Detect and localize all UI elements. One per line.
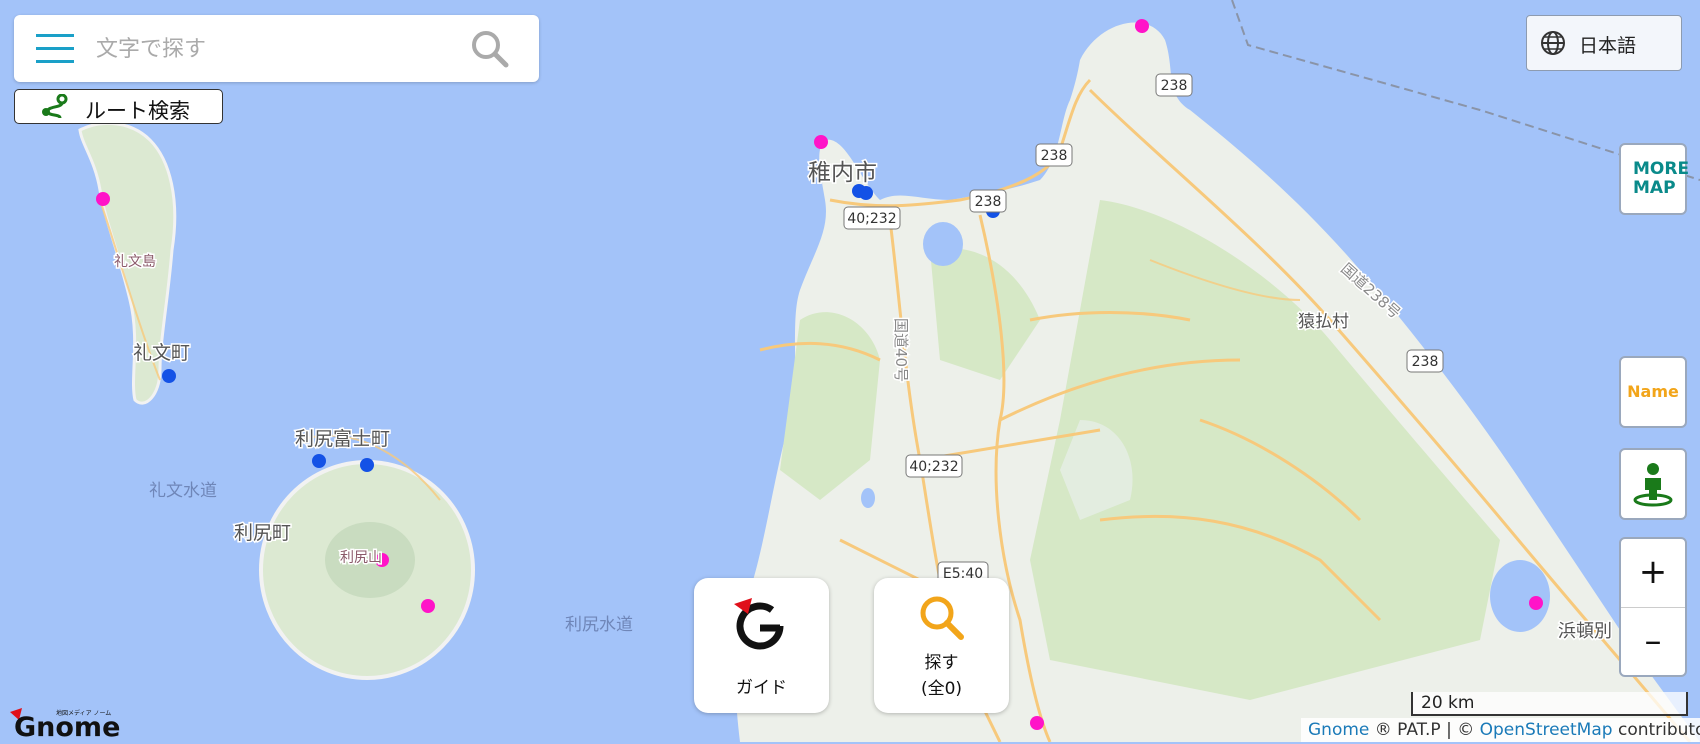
route-search-label: ルート検索 <box>85 99 190 123</box>
label-national-40: 国道40号 <box>892 318 910 382</box>
guide-card[interactable]: ガイド <box>694 578 829 713</box>
search-card-count: (全0) <box>920 679 963 699</box>
search-input[interactable] <box>94 29 458 69</box>
person-pin-icon <box>1633 463 1673 507</box>
shield-238-d: 238 <box>1412 354 1439 370</box>
label-hamatonbetsu: 浜頓別 <box>1558 621 1612 642</box>
label-sarufutsu: 猿払村 <box>1298 312 1349 332</box>
route-search-button[interactable]: ルート検索 <box>14 89 223 124</box>
shield-40-232-b: 40;232 <box>909 459 958 475</box>
shield-238-b: 238 <box>1041 148 1068 164</box>
guide-logo-icon <box>734 598 784 650</box>
scale-label: 20 km <box>1421 693 1475 713</box>
search-card[interactable]: 探す (全0) <box>874 578 1009 713</box>
zoom-out-button[interactable]: – <box>1621 608 1685 676</box>
location-button[interactable] <box>1619 448 1687 520</box>
label-rebun-channel: 礼文水道 <box>149 481 217 501</box>
more-map-button[interactable]: MORE MAP <box>1619 143 1690 215</box>
attribution: Gnome ® PAT.P | © OpenStreetMap contribu… <box>1301 718 1700 742</box>
label-rebun-town: 礼文町 <box>133 342 190 364</box>
svg-text:地図メディア ノーム: 地図メディア ノーム <box>56 709 111 717</box>
map-canvas[interactable]: 238 238 238 238 40;232 40;232 E5;40 稚内市 … <box>0 0 1700 742</box>
language-label: 日本語 <box>1579 35 1637 57</box>
zoom-control: + – <box>1619 537 1687 677</box>
label-rishiri-town: 利尻町 <box>234 522 291 544</box>
label-rishiri-mt: 利尻山 <box>340 550 382 566</box>
globe-icon <box>1540 30 1566 60</box>
attribution-middle: ® PAT.P | © <box>1369 720 1480 740</box>
name-toggle-label: Name <box>1627 382 1679 401</box>
shield-238-c: 238 <box>975 194 1002 210</box>
gnome-logo: Gnome 地図メディア ノーム <box>8 706 128 744</box>
magnifier-icon <box>920 596 964 640</box>
scale-bar: 20 km <box>1411 692 1688 716</box>
label-rebun-island: 礼文島 <box>114 254 156 270</box>
attribution-tail: contributors <box>1617 720 1700 740</box>
gnome-link[interactable]: Gnome <box>1308 720 1369 740</box>
hamburger-menu-icon[interactable] <box>36 32 74 66</box>
osm-link[interactable]: OpenStreetMap <box>1480 720 1613 740</box>
search-box <box>14 15 539 82</box>
label-wakkanai: 稚内市 <box>808 160 877 186</box>
shield-238-a: 238 <box>1161 78 1188 94</box>
search-icon[interactable] <box>470 29 510 69</box>
label-rishirifuji: 利尻富士町 <box>295 428 390 450</box>
language-button[interactable]: 日本語 <box>1526 15 1682 71</box>
shield-40-232-a: 40;232 <box>847 211 896 227</box>
route-icon <box>40 93 70 124</box>
search-card-label: 探す <box>924 653 959 673</box>
more-map-label: MORE MAP <box>1633 159 1690 198</box>
name-toggle-button[interactable]: Name <box>1619 356 1687 428</box>
guide-label: ガイド <box>736 678 787 698</box>
label-rishiri-channel: 利尻水道 <box>565 615 633 635</box>
zoom-in-button[interactable]: + <box>1621 539 1685 608</box>
